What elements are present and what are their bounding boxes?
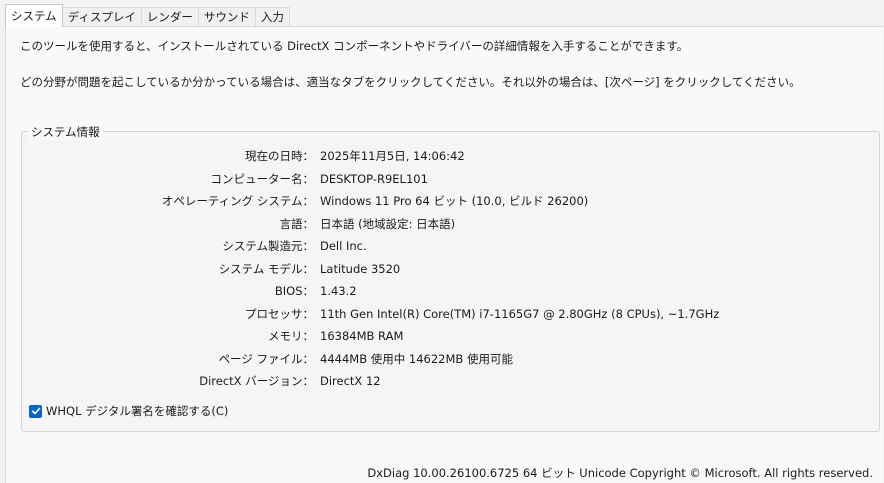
info-row-model: システム モデル： Latitude 3520	[22, 260, 879, 278]
info-row-computer-name: コンピューター名： DESKTOP-R9EL101	[22, 170, 879, 188]
whql-checkbox-label: WHQL デジタル署名を確認する(C)	[46, 404, 229, 418]
tab-input[interactable]: 入力	[254, 7, 290, 27]
info-row-datetime: 現在の日時： 2025年11月5日, 14:06:42	[22, 147, 879, 165]
info-label: プロセッサ：	[245, 306, 314, 321]
info-value: 日本語 (地域設定: 日本語)	[320, 216, 456, 231]
system-info-title: システム情報	[28, 124, 103, 140]
info-label: コンピューター名：	[210, 171, 315, 186]
tab-display[interactable]: ディスプレイ	[61, 7, 142, 27]
info-label: システム モデル：	[218, 261, 314, 276]
intro-text-1: このツールを使用すると、インストールされている DirectX コンポーネントや…	[20, 39, 689, 53]
info-value: 11th Gen Intel(R) Core(TM) i7-1165G7 @ 2…	[320, 306, 720, 321]
tab-sound[interactable]: サウンド	[197, 7, 256, 27]
info-row-page-file: ページ ファイル： 4444MB 使用中 14622MB 使用可能	[22, 350, 879, 368]
info-label: メモリ：	[268, 329, 314, 343]
info-row-language: 言語： 日本語 (地域設定: 日本語)	[22, 215, 879, 233]
info-label: システム製造元：	[222, 239, 314, 253]
info-row-bios: BIOS： 1.43.2	[22, 282, 879, 300]
info-row-os: オペレーティング システム： Windows 11 Pro 64 ビット (10…	[22, 192, 879, 210]
info-label: オペレーティング システム：	[161, 194, 314, 208]
info-row-memory: メモリ： 16384MB RAM	[22, 327, 879, 345]
info-value: 4444MB 使用中 14622MB 使用可能	[320, 351, 513, 366]
tab-bar: システム ディスプレイ レンダー サウンド 入力	[5, 4, 290, 27]
checkmark-icon	[31, 407, 40, 415]
info-value: Windows 11 Pro 64 ビット (10.0, ビルド 26200)	[320, 194, 589, 208]
info-value: 2025年11月5日, 14:06:42	[320, 149, 465, 163]
system-info-group: システム情報 現在の日時： 2025年11月5日, 14:06:42 コンピュー…	[21, 124, 880, 432]
tab-render[interactable]: レンダー	[140, 7, 199, 27]
info-label: 言語：	[279, 216, 315, 231]
info-value: 16384MB RAM	[320, 329, 404, 343]
info-row-manufacturer: システム製造元： Dell Inc.	[22, 237, 879, 255]
tab-system[interactable]: システム	[5, 4, 63, 27]
info-row-directx-version: DirectX バージョン： DirectX 12	[22, 372, 879, 390]
info-label: DirectX バージョン：	[199, 374, 314, 388]
tab-panel-system: このツールを使用すると、インストールされている DirectX コンポーネントや…	[5, 26, 883, 483]
whql-checkbox[interactable]	[29, 404, 42, 418]
info-label: ページ ファイル：	[218, 351, 314, 366]
footer-version-text: DxDiag 10.00.26100.6725 64 ビット Unicode C…	[367, 466, 873, 480]
intro-text-2: どの分野が問題を起こしているか分かっている場合は、適当なタブをクリックしてくださ…	[20, 75, 801, 89]
info-value: 1.43.2	[320, 284, 357, 298]
info-label: BIOS：	[274, 284, 314, 298]
info-value: Latitude 3520	[320, 261, 401, 276]
info-label: 現在の日時：	[245, 149, 314, 163]
info-row-processor: プロセッサ： 11th Gen Intel(R) Core(TM) i7-116…	[22, 305, 879, 323]
info-value: DESKTOP-R9EL101	[320, 171, 428, 186]
info-value: DirectX 12	[320, 374, 381, 388]
info-value: Dell Inc.	[320, 239, 367, 253]
whql-checkbox-row[interactable]: WHQL デジタル署名を確認する(C)	[29, 403, 228, 419]
